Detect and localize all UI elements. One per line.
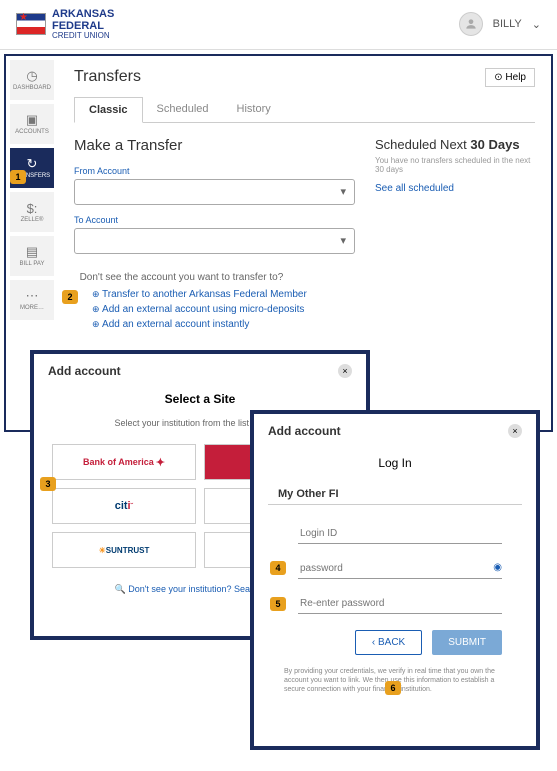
help-question: Don't see the account you want to transf… bbox=[74, 272, 535, 283]
step-badge-5: 5 bbox=[270, 597, 286, 611]
from-account-select[interactable] bbox=[74, 179, 355, 205]
scheduled-subtext: You have no transfers scheduled in the n… bbox=[375, 156, 535, 174]
fi-name: My Other FI bbox=[278, 488, 522, 500]
tab-bar: Classic Scheduled History bbox=[74, 97, 535, 123]
app-header: ARKANSAS FEDERAL CREDIT UNION BILLY ⌄ bbox=[0, 0, 557, 50]
modal1-subtitle: Select a Site bbox=[48, 392, 352, 406]
sidebar-item-zelle[interactable]: $:ZELLE® bbox=[10, 192, 54, 232]
tab-scheduled[interactable]: Scheduled bbox=[143, 97, 223, 122]
sidebar-item-billpay[interactable]: ▤BILL PAY bbox=[10, 236, 54, 276]
scheduled-panel: Scheduled Next 30 Days You have no trans… bbox=[375, 137, 535, 264]
login-id-input[interactable] bbox=[298, 524, 502, 544]
close-icon[interactable]: × bbox=[508, 424, 522, 438]
modal2-title: Add account bbox=[268, 424, 341, 438]
step-badge-1: 1 bbox=[10, 170, 26, 184]
link-add-instant[interactable]: Add an external account instantly bbox=[92, 317, 535, 332]
brand-text: ARKANSAS FEDERAL CREDIT UNION bbox=[52, 8, 114, 41]
bill-icon: ▤ bbox=[26, 244, 38, 260]
dollar-icon: $: bbox=[27, 201, 38, 216]
back-button[interactable]: ‹ BACK bbox=[355, 630, 422, 655]
step-badge-3: 3 bbox=[40, 477, 56, 491]
link-transfer-member[interactable]: Transfer to another Arkansas Federal Mem… bbox=[92, 287, 535, 302]
flag-icon bbox=[16, 13, 46, 35]
reenter-password-input[interactable] bbox=[298, 594, 502, 614]
tab-classic[interactable]: Classic bbox=[74, 97, 143, 123]
avatar-icon bbox=[459, 12, 483, 36]
submit-button[interactable]: SUBMIT bbox=[432, 630, 502, 655]
account-help-section: Don't see the account you want to transf… bbox=[74, 272, 535, 332]
eye-icon[interactable]: ◉ bbox=[493, 562, 502, 573]
bank-tile-citi[interactable]: citi˘ bbox=[52, 488, 196, 524]
transfer-icon: ↻ bbox=[27, 156, 38, 172]
scheduled-title: Scheduled Next 30 Days bbox=[375, 137, 535, 152]
step-badge-6: 6 bbox=[385, 681, 401, 695]
more-icon: ⋯ bbox=[26, 288, 39, 304]
step-badge-2: 2 bbox=[62, 290, 78, 304]
sidebar-item-dashboard[interactable]: ◷DASHBOARD bbox=[10, 60, 54, 100]
sidebar-item-more[interactable]: ⋯MORE… bbox=[10, 280, 54, 320]
user-menu[interactable]: BILLY ⌄ bbox=[459, 12, 541, 36]
tab-history[interactable]: History bbox=[223, 97, 285, 122]
clock-icon: ◷ bbox=[26, 68, 37, 84]
modal-login: Add account × Log In My Other FI ◉ ‹ BAC… bbox=[250, 410, 540, 750]
step-badge-4: 4 bbox=[270, 561, 286, 575]
transfer-form: Make a Transfer From Account To Account bbox=[74, 137, 355, 264]
card-icon: ▣ bbox=[26, 112, 38, 128]
close-icon[interactable]: × bbox=[338, 364, 352, 378]
from-label: From Account bbox=[74, 166, 355, 176]
password-input[interactable] bbox=[298, 559, 502, 579]
bank-tile-suntrust[interactable]: ☀SUNTRUST bbox=[52, 532, 196, 568]
see-all-link[interactable]: See all scheduled bbox=[375, 182, 535, 196]
form-title: Make a Transfer bbox=[74, 137, 355, 154]
link-add-micro[interactable]: Add an external account using micro-depo… bbox=[92, 302, 535, 317]
brand-logo: ARKANSAS FEDERAL CREDIT UNION bbox=[16, 8, 114, 41]
modal1-title: Add account bbox=[48, 364, 121, 378]
to-account-select[interactable] bbox=[74, 228, 355, 254]
login-heading: Log In bbox=[268, 456, 522, 470]
user-name: BILLY bbox=[493, 18, 522, 30]
sidebar-item-accounts[interactable]: ▣ACCOUNTS bbox=[10, 104, 54, 144]
to-label: To Account bbox=[74, 215, 355, 225]
bank-tile-bofa[interactable]: Bank of America✦ bbox=[52, 444, 196, 480]
help-button[interactable]: ⊙ Help bbox=[485, 68, 535, 87]
page-title: Transfers bbox=[74, 68, 141, 86]
chevron-down-icon: ⌄ bbox=[532, 18, 541, 31]
